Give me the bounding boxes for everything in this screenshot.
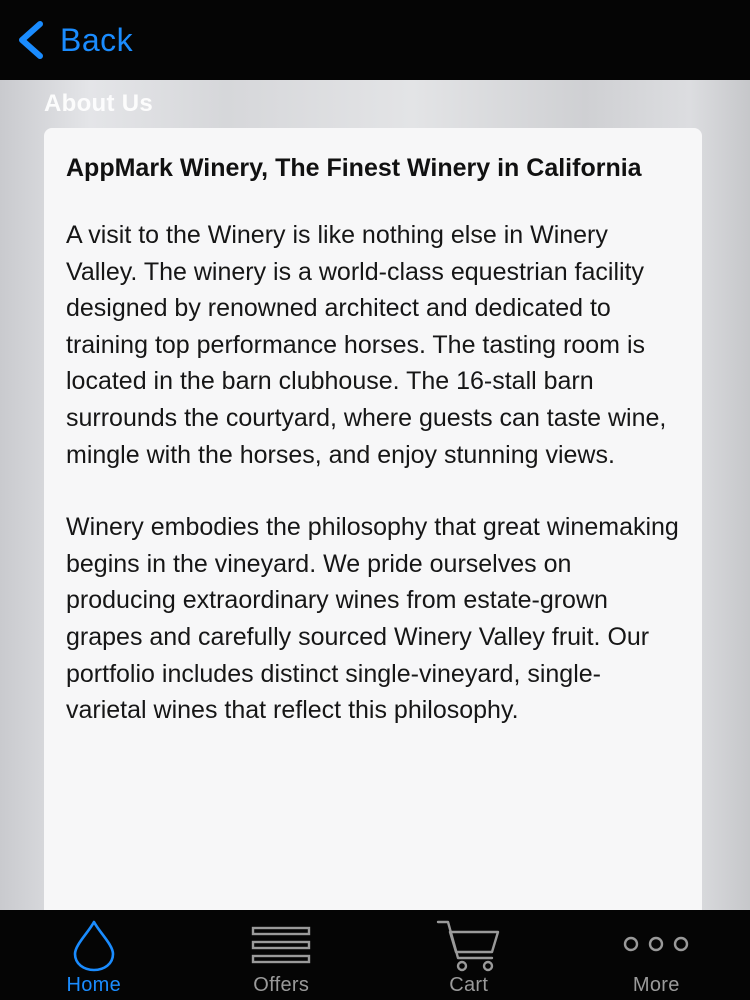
back-label: Back	[60, 21, 134, 58]
tab-offers-label: Offers	[253, 974, 310, 996]
tab-cart[interactable]: Cart	[375, 910, 563, 1000]
drop-icon	[73, 920, 115, 972]
content-area[interactable]: About Us AppMark Winery, The Finest Wine…	[0, 80, 750, 910]
card-heading: AppMark Winery, The Finest Winery in Cal…	[66, 154, 642, 182]
about-paragraph: A visit to the Winery is like nothing el…	[66, 221, 667, 469]
tab-more-label: More	[632, 974, 680, 996]
about-card: AppMark Winery, The Finest Winery in Cal…	[44, 128, 702, 910]
tab-home-label: Home	[66, 974, 122, 996]
back-button[interactable]: Back	[14, 10, 133, 70]
list-icon	[252, 926, 311, 964]
cart-icon	[436, 920, 499, 972]
more-dots-icon	[624, 936, 689, 952]
tab-offers[interactable]: Offers	[188, 910, 376, 1000]
tab-home[interactable]: Home	[0, 910, 188, 1000]
tab-bar: Home Offers Cart More	[0, 910, 750, 1000]
tab-cart-label: Cart	[449, 974, 489, 996]
navigation-bar: Back	[0, 0, 750, 80]
about-paragraph: Winery embodies the philosophy that grea…	[66, 513, 679, 725]
section-title: About Us	[44, 90, 154, 117]
tab-more[interactable]: More	[563, 910, 750, 1000]
chevron-left-icon	[19, 21, 43, 59]
